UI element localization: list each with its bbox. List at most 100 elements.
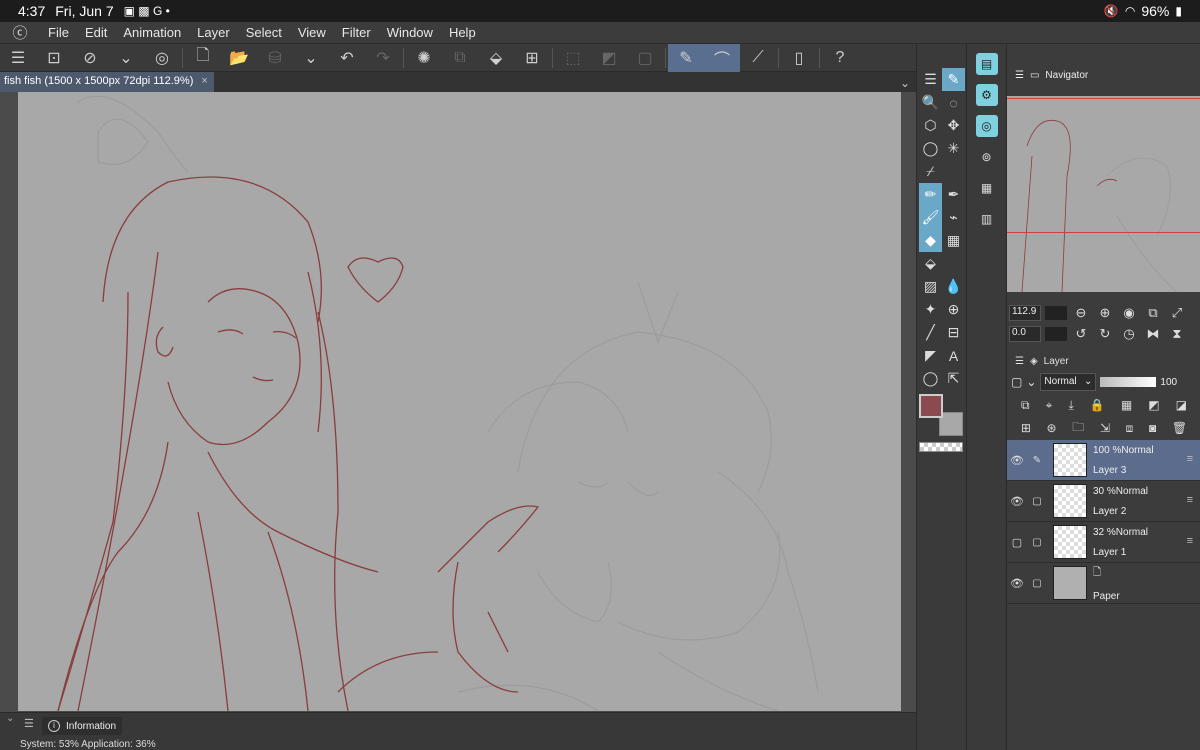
pencil-icon[interactable]: ✏ <box>919 183 942 206</box>
reference-layer-icon[interactable]: ⧉ <box>1021 398 1030 413</box>
blend-icon[interactable]: 💧 <box>942 275 965 298</box>
sparkle-icon[interactable]: ✦ <box>919 298 942 321</box>
panel-menu-icon[interactable]: ☰ <box>24 717 34 730</box>
menu-help[interactable]: Help <box>441 25 484 40</box>
gradient-icon[interactable]: ▨ <box>919 275 942 298</box>
new-vector-layer-icon[interactable]: ⊛ <box>1047 421 1057 435</box>
zoom-out-icon[interactable]: ⊖ <box>1071 305 1091 321</box>
eraser-icon[interactable]: ◆ <box>919 229 942 252</box>
magic-wand-icon[interactable]: ✳ <box>942 137 965 160</box>
zoom-field[interactable]: 112.9 <box>1009 305 1041 321</box>
open-file-icon[interactable]: ⊘ <box>72 44 108 72</box>
layer-menu-icon[interactable]: ≡ <box>1187 494 1193 506</box>
rotate-icon[interactable]: ◌ <box>942 91 965 114</box>
new-canvas-icon[interactable]: ⊡ <box>36 44 72 72</box>
zoom-slider[interactable] <box>1045 306 1067 320</box>
lock-icon[interactable]: 🔒 <box>1090 398 1105 412</box>
fit-icon[interactable]: ◉ <box>1119 305 1139 321</box>
delete-icon[interactable]: 🗑 <box>1172 421 1187 435</box>
smartphone-icon[interactable]: ▯ <box>781 44 817 72</box>
menu-window[interactable]: Window <box>379 25 441 40</box>
ruler-icon[interactable]: ⟋ <box>740 44 776 72</box>
eye-icon[interactable]: 👁 <box>1007 577 1027 590</box>
eye-icon[interactable]: 👁 <box>1007 454 1027 467</box>
reset-rotation-icon[interactable]: ◷ <box>1119 326 1139 342</box>
select-border-icon[interactable]: ▢ <box>627 44 663 72</box>
fullscreen-icon[interactable]: ⤢ <box>1167 305 1187 321</box>
fill-icon[interactable]: ⬙ <box>478 44 514 72</box>
airbrush-icon[interactable]: ⌁ <box>942 206 965 229</box>
layer-row[interactable]: ▢ ▢ 32 %Normal Layer 1 ≡ <box>1007 522 1200 563</box>
clip-layer-icon[interactable]: ⤓ <box>1068 398 1073 413</box>
loading-icon[interactable]: ✺ <box>406 44 442 72</box>
menu-view[interactable]: View <box>290 25 334 40</box>
redo-icon[interactable]: ↷ <box>365 44 401 72</box>
menu-layer[interactable]: Layer <box>189 25 238 40</box>
invert-selection-icon[interactable]: ◩ <box>591 44 627 72</box>
chevron-down-icon[interactable]: ⌄ <box>293 44 329 72</box>
flip-vertical-icon[interactable]: ⧗ <box>1167 326 1187 342</box>
chevron-down-icon[interactable]: ⌄ <box>108 44 144 72</box>
opacity-value[interactable]: 100 <box>1160 377 1177 388</box>
menu-animation[interactable]: Animation <box>115 25 189 40</box>
subtool-camera-icon[interactable]: ◎ <box>975 115 998 137</box>
new-raster-layer-icon[interactable]: ⊞ <box>1021 421 1031 435</box>
panel-menu-icon[interactable]: ☰ <box>919 68 942 91</box>
menu-filter[interactable]: Filter <box>334 25 379 40</box>
eye-icon[interactable]: 👁 <box>1007 495 1027 508</box>
undo-icon[interactable]: ↶ <box>329 44 365 72</box>
pen-tool-icon[interactable]: ✎ <box>942 68 965 91</box>
information-tab[interactable]: i Information <box>42 717 123 735</box>
brush-mode-icon[interactable]: ⌒ <box>704 43 740 72</box>
subtool-settings-icon[interactable]: ⚙ <box>975 84 998 106</box>
transfer-down-icon[interactable]: ⇲ <box>1100 421 1110 435</box>
lock-transparency-icon[interactable]: ▦ <box>1121 398 1132 412</box>
opacity-slider[interactable] <box>1100 377 1157 387</box>
text-icon[interactable]: A <box>942 344 965 367</box>
new-file-icon[interactable]: 🗋 <box>185 44 221 72</box>
fill-bucket-icon[interactable]: ⬙ <box>919 252 942 275</box>
menu-edit[interactable]: Edit <box>77 25 115 40</box>
checkbox-icon[interactable]: ▢ <box>1027 578 1047 589</box>
subtool-film-icon[interactable]: ▥ <box>976 208 998 230</box>
subtool-circle-icon[interactable]: ⊚ <box>976 146 998 168</box>
draft-layer-icon[interactable]: ⌖ <box>1046 398 1053 413</box>
layer-row[interactable]: 👁 ✎ 100 %Normal Layer 3 ≡ <box>1007 440 1200 481</box>
move-icon[interactable]: ✥ <box>942 114 965 137</box>
cloud-icon[interactable]: ◎ <box>144 44 180 72</box>
balloon-icon[interactable]: ◯ <box>919 367 942 390</box>
ruler-layer-icon[interactable]: ◪ <box>1176 398 1187 412</box>
grid-icon[interactable]: ⊕ <box>942 298 965 321</box>
menu-file[interactable]: File <box>40 25 77 40</box>
pen-mode-icon[interactable]: ✎ <box>668 43 704 72</box>
main-color-swatch[interactable] <box>919 394 943 418</box>
checkbox-icon[interactable]: ▢ <box>1027 496 1047 507</box>
hamburger-menu-icon[interactable]: ☰ <box>0 44 36 72</box>
pen-nib-icon[interactable]: ✒ <box>942 183 965 206</box>
mask-icon[interactable]: ◩ <box>1148 398 1159 412</box>
layer-menu-icon[interactable]: ≡ <box>1187 453 1193 465</box>
layer-row[interactable]: 👁 ▢ 30 %Normal Layer 2 ≡ <box>1007 481 1200 522</box>
rotate-left-icon[interactable]: ↺ <box>1071 326 1091 342</box>
decoration-icon[interactable]: ▦ <box>942 229 965 252</box>
new-folder-icon[interactable]: 🗀 <box>1072 418 1084 439</box>
transform-icon[interactable]: ⊞ <box>514 44 550 72</box>
zoom-icon[interactable]: 🔍 <box>919 91 942 114</box>
chevron-down-icon[interactable]: ⌄ <box>6 713 14 724</box>
subtool-layer-icon[interactable]: ▤ <box>975 53 998 75</box>
eyedropper-icon[interactable]: ⌿ <box>919 160 942 183</box>
line-icon[interactable]: ╱ <box>919 321 942 344</box>
navigator-preview[interactable] <box>1007 96 1200 293</box>
rotate-right-icon[interactable]: ↻ <box>1095 326 1115 342</box>
fit-screen-icon[interactable]: ⧉ <box>1143 305 1163 321</box>
drawing-canvas[interactable] <box>18 92 901 711</box>
chevron-down-icon[interactable]: ⌄ <box>894 76 916 92</box>
copy-icon[interactable]: ⧉ <box>442 44 478 72</box>
app-logo-icon[interactable]: ⓒ <box>0 22 40 43</box>
edit-pen-icon[interactable]: ✎ <box>1027 455 1047 466</box>
frame-icon[interactable]: ⊟ <box>942 321 965 344</box>
layer-mask-icon[interactable]: ◙ <box>1149 421 1156 435</box>
brush-icon[interactable]: 🖌 <box>919 206 942 229</box>
flip-horizontal-icon[interactable]: ⧓ <box>1143 326 1163 342</box>
lasso-icon[interactable]: ◯ <box>919 137 942 160</box>
